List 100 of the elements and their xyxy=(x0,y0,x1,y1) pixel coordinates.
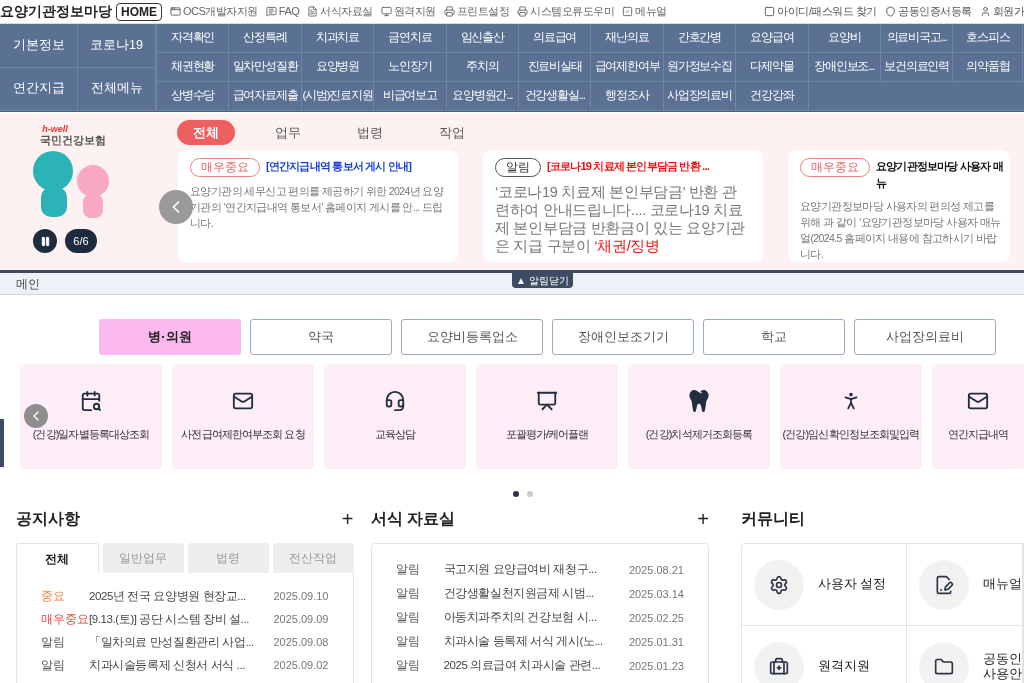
community-link[interactable]: 사용자 설정 xyxy=(742,544,907,626)
nav-menu-item[interactable]: 기본정보 xyxy=(0,24,78,67)
quick-menu-card[interactable]: (건강)임신확인정보조회및입력 xyxy=(780,364,922,469)
nav-menu-item[interactable]: 금연치료 xyxy=(374,24,447,52)
nav-menu-item[interactable]: 급여제한여부 xyxy=(591,53,664,81)
nav-menu-item[interactable]: 의료급여 xyxy=(518,24,592,52)
notice-card[interactable]: 알림 [코로나19 치료제 본인부담금 반환 ... ‘코로나19 치료제 본인부담금’ 반환 관련하여 안내드립니다.... 코로나19 치료제 본인부담금 반환금이 있는 요양기관은 지급 구분이 ‘채권/징병 xyxy=(483,150,763,262)
banner-tab[interactable]: 법령 xyxy=(341,120,399,145)
quick-menu-card[interactable]: 교육상담 xyxy=(324,364,466,469)
form-link[interactable]: 국고지원 요양급여비 재청구... xyxy=(443,561,629,579)
nav-menu-item[interactable]: 재난의료 xyxy=(591,24,664,52)
banner-tab[interactable]: 전체 xyxy=(177,120,235,145)
nav-menu-item[interactable]: 임신출산 xyxy=(446,24,519,52)
slide-counter: 6/6 xyxy=(65,229,97,253)
form-link[interactable]: 2025 의료급여 치과시술 관련... xyxy=(443,657,629,675)
category-tab[interactable]: 약국 xyxy=(250,319,392,355)
notice-card[interactable]: 매우중요 요양기관정보마당 사용자 매뉴 요양기관정보마당 사용자의 편의성 제고를 위해 과 같이 ‘요양기관정보마당 사용자 매뉴얼(2024.5 홈페이지 내용에 참고하시기 바랍니다. xyxy=(788,150,1010,262)
form-link[interactable]: 치과시술 등록제 서식 게시(노... xyxy=(443,633,629,651)
nav-menu-item[interactable]: 진료비실태 xyxy=(518,53,592,81)
quick-menu-card[interactable]: 연간지급내역 xyxy=(932,364,1024,469)
form-tag: 알림 xyxy=(395,609,444,627)
quick-menu-card[interactable]: 포괄평가/케어플랜 xyxy=(476,364,618,469)
logo-tagline: h-well xyxy=(42,124,68,134)
nav-menu-item[interactable]: 자격확인 xyxy=(157,24,230,52)
quick-menu-card[interactable]: (건강)일자별등록대상조회 xyxy=(20,364,162,469)
checkbox-icon xyxy=(622,6,634,17)
banner-tab[interactable]: 업무 xyxy=(259,120,317,145)
nav-menu-item[interactable]: 노인장기 xyxy=(374,53,447,81)
nav-menu-item[interactable]: 코로나19 xyxy=(78,24,156,67)
top-link[interactable]: FAQ xyxy=(265,3,300,20)
notice-card[interactable]: 매우중요 [연간지급내역 통보서 게시 안내] 요양기관의 세무신고 편의를 제공하기 위한 2024년 요양기관의 ‘연간지급내역 통보서’ 홈페이지 게시를 안... 드립니다. xyxy=(178,150,458,262)
nav-menu-item[interactable]: 요양병원 xyxy=(301,53,375,81)
notice-tag: 매우중요 xyxy=(41,610,89,629)
nav-menu-item[interactable]: 비급여보고 xyxy=(374,82,447,110)
notice-tab[interactable]: 전체 xyxy=(16,543,99,573)
category-tab[interactable]: 사업장의료비 xyxy=(854,319,996,355)
nav-menu-item[interactable]: 보건의료인력 xyxy=(880,53,954,81)
top-link[interactable]: 공동인증서등록 xyxy=(885,3,972,20)
community-link[interactable]: 매뉴얼 xyxy=(907,544,1023,626)
top-link[interactable]: OCS개발자지원 xyxy=(170,3,258,20)
pause-button[interactable] xyxy=(33,229,58,253)
nav-menu-item[interactable]: 급여자료제출 xyxy=(229,82,302,110)
notice-link[interactable]: [9.13.(토)] 공단 시스템 장비 설... xyxy=(89,610,274,629)
close-alerts-tab[interactable]: ▲ 알림닫기 xyxy=(512,273,573,288)
nav-menu-item[interactable]: 산정특례 xyxy=(229,24,302,52)
notice-link[interactable]: 「일차의료 만성질환관리 사업... xyxy=(89,633,274,652)
nav-menu-item[interactable]: 간호간병 xyxy=(663,24,737,52)
category-tab[interactable]: 요양비등록업소 xyxy=(401,319,543,355)
nav-menu-item[interactable]: 요양비 xyxy=(808,24,881,52)
notice-link[interactable]: 치과시술등록제 신청서 서식 ... xyxy=(89,656,274,675)
top-link[interactable]: 아이디/패스워드 찾기 xyxy=(764,3,877,20)
community-link[interactable]: 공동인 사용안 xyxy=(907,626,1023,683)
form-link[interactable]: 아동치과주치의 건강보험 시... xyxy=(443,609,629,627)
notice-link[interactable]: 2025년 전국 요양병원 현장교... xyxy=(89,587,274,606)
more-button[interactable]: + xyxy=(697,509,709,529)
form-date: 2025.01.31 xyxy=(628,634,684,650)
top-link[interactable]: 프린트설정 xyxy=(443,3,510,20)
nav-menu-item[interactable]: 주치의 xyxy=(446,53,519,81)
community-label: 공동인 사용안 xyxy=(983,651,1022,682)
top-link[interactable]: 회원가 xyxy=(979,3,1024,20)
banner-tab[interactable]: 작업 xyxy=(423,120,481,145)
top-link[interactable]: 서식자료실 xyxy=(307,3,373,20)
nav-menu-item[interactable]: (시범)진료지원 xyxy=(301,82,375,110)
community-link[interactable]: 원격지원 xyxy=(742,626,907,683)
nav-menu-item[interactable]: 요양급여 xyxy=(736,24,809,52)
previous-button[interactable] xyxy=(159,190,193,224)
nav-menu-item[interactable]: 호스피스 xyxy=(953,24,1024,52)
nav-menu-item[interactable]: 의약품협 xyxy=(953,53,1024,81)
nav-menu-item[interactable]: 의료비국고... xyxy=(880,24,954,52)
nav-menu-item[interactable]: 행정조사 xyxy=(591,82,664,110)
document-icon xyxy=(934,574,954,595)
site-title[interactable]: 요양기관정보마당 xyxy=(0,1,112,22)
nav-menu-item[interactable]: 채권현황 xyxy=(157,53,230,81)
category-tab[interactable]: 학교 xyxy=(703,319,845,355)
nav-menu-item[interactable]: 다제약물 xyxy=(736,53,809,81)
home-button[interactable]: HOME xyxy=(116,2,162,21)
shield-icon xyxy=(885,6,896,17)
nav-menu-item[interactable]: 상병수당 xyxy=(157,82,230,110)
nav-menu-item[interactable]: 일차만성질환 xyxy=(229,53,302,81)
more-button[interactable]: + xyxy=(341,509,354,529)
category-tab[interactable]: 병·의원 xyxy=(99,319,241,355)
nav-menu-item[interactable]: 장애인보조... xyxy=(808,53,881,81)
card-title: 요양기관정보마당 사용자 매뉴 xyxy=(876,159,1004,191)
nav-menu-item[interactable]: 연간지급 xyxy=(0,67,78,110)
form-tag: 알림 xyxy=(395,585,444,603)
form-link[interactable]: 건강생활실천지원금제 시범... xyxy=(443,585,629,603)
quick-menu-card[interactable]: 사전급여제한여부조회 요청 xyxy=(172,364,314,469)
top-link[interactable]: 원격지원 xyxy=(380,3,436,20)
nav-menu-item[interactable]: 전체메뉴 xyxy=(78,67,156,110)
nav-menu-item[interactable]: 요양병원간... xyxy=(446,82,519,110)
nav-menu-item[interactable]: 사업장의료비 xyxy=(663,82,737,110)
nav-menu-item[interactable]: 건강생활실... xyxy=(518,82,592,110)
category-tab[interactable]: 장애인보조기기 xyxy=(552,319,694,355)
nav-menu-item[interactable]: 건강강좌 xyxy=(736,82,809,110)
nav-menu-item[interactable]: 치과치료 xyxy=(301,24,375,52)
nav-menu-item[interactable]: 원가정보수집 xyxy=(663,53,737,81)
form-tag: 알림 xyxy=(395,561,444,579)
quick-menu-card[interactable]: (건강)치석제거조회등록 xyxy=(628,364,770,469)
top-link[interactable]: 시스템오류도우미 xyxy=(517,3,615,20)
top-link[interactable]: 메뉴얼 xyxy=(622,3,667,20)
